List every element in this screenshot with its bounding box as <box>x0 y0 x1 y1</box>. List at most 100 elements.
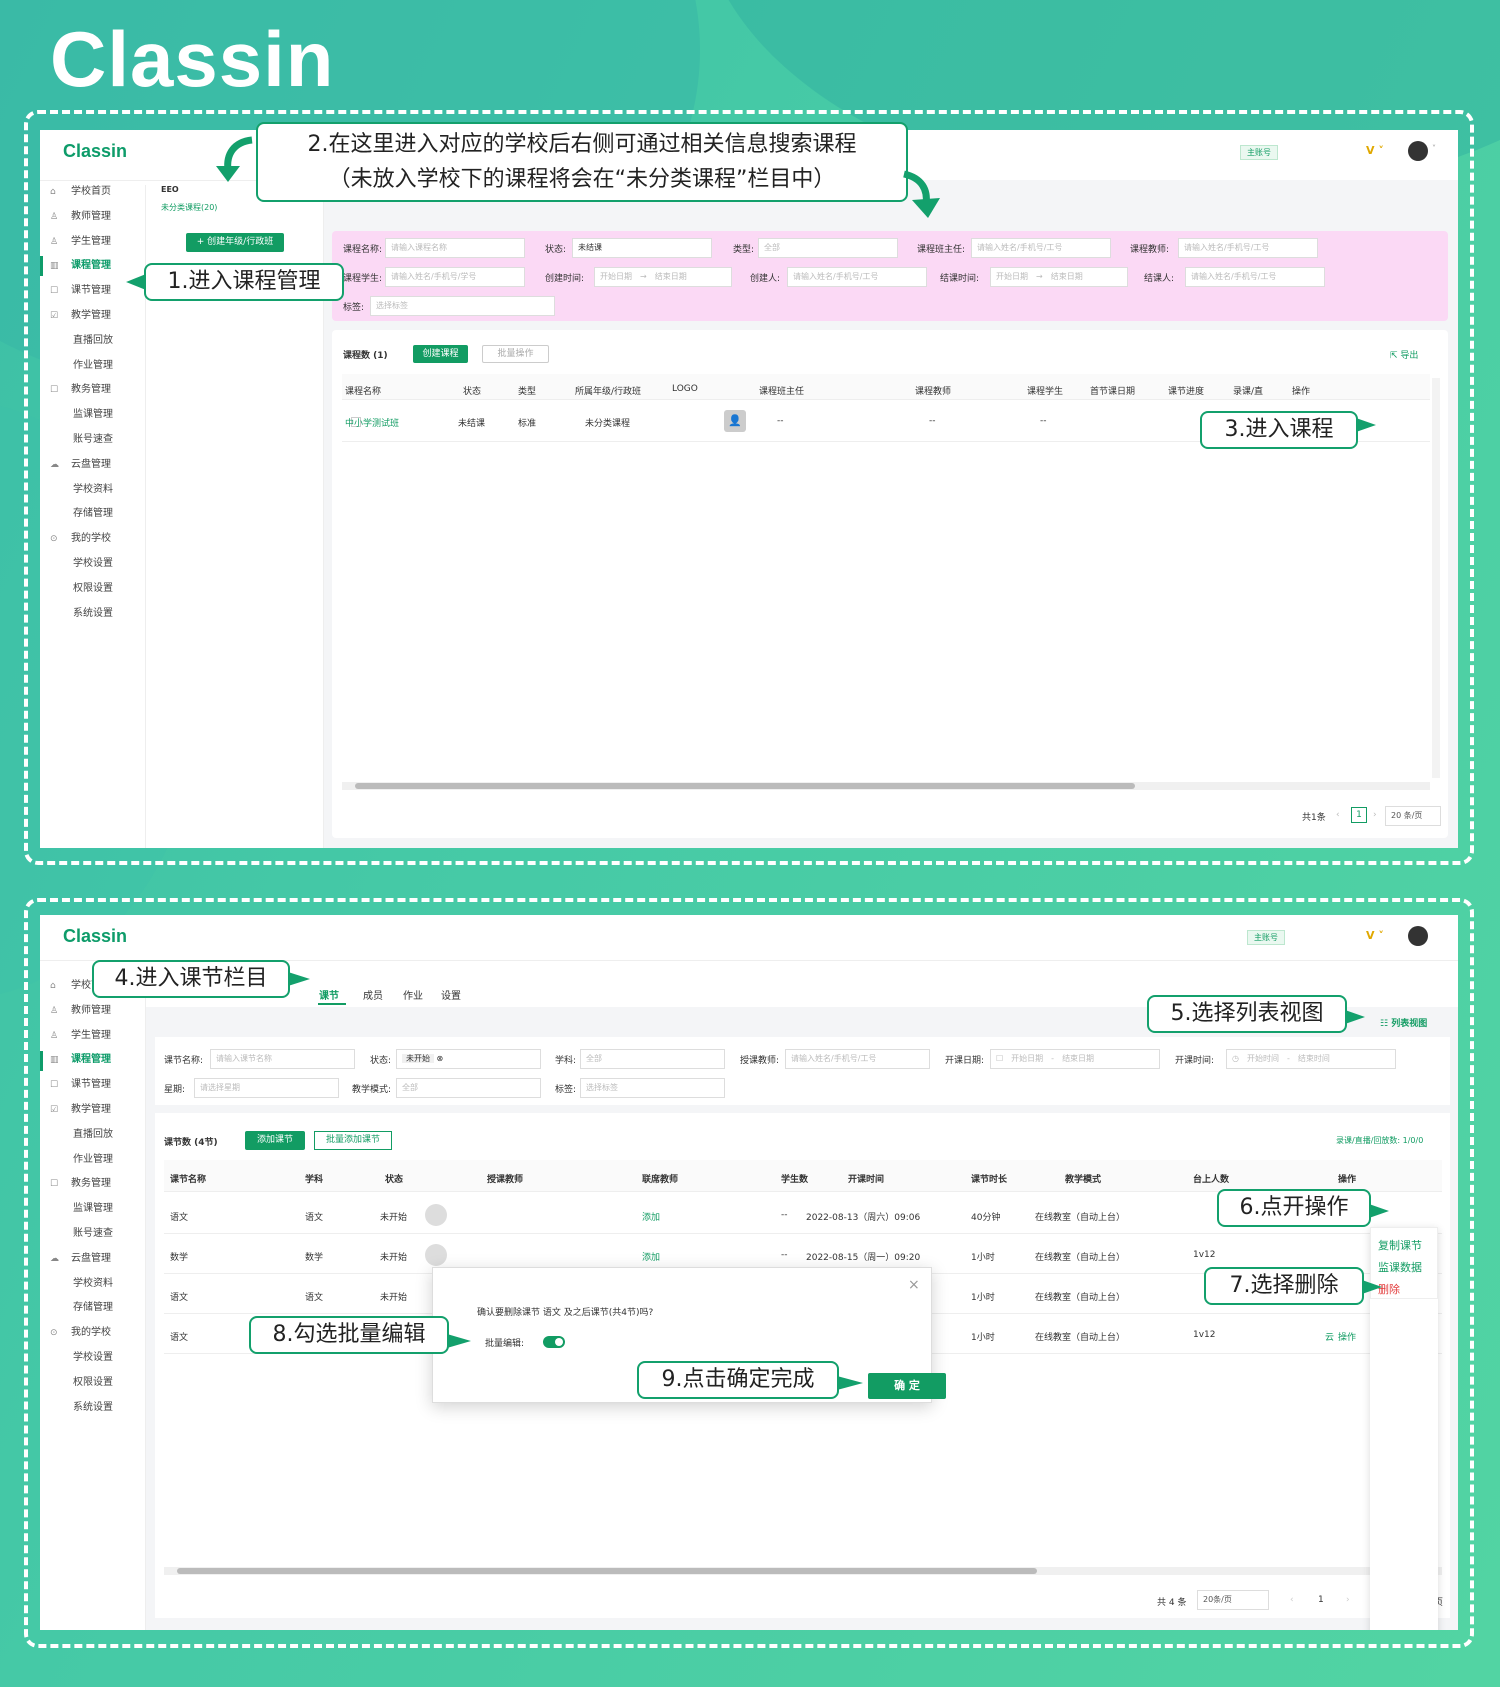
sidebar-item-17[interactable]: 系统设置 <box>73 604 113 624</box>
sidebar-item-0[interactable]: ⌂ 学校首页 <box>50 182 111 202</box>
pager-prev-icon[interactable]: ‹ <box>1336 810 1340 820</box>
tag-select[interactable]: 选择标签 <box>370 296 555 316</box>
sidebar-item-13[interactable]: 存储管理 <box>73 504 113 524</box>
pager-prev-icon[interactable]: ‹ <box>1290 1595 1294 1605</box>
cell-op[interactable]: 操作 <box>1338 1330 1356 1343</box>
sidebar-item-8[interactable]: ☐ 教务管理 <box>50 1174 111 1194</box>
sidebar-item-8[interactable]: ☐ 教务管理 <box>50 380 111 400</box>
sidebar-item-12[interactable]: 学校资料 <box>73 480 113 500</box>
sidebar-item-13[interactable]: 存储管理 <box>73 1298 113 1318</box>
vip-icon[interactable]: V ˅ <box>1366 144 1384 157</box>
sidebar-item-16[interactable]: 权限设置 <box>73 579 113 599</box>
chevron-down-icon[interactable]: ˅ <box>1432 144 1436 153</box>
confirm-button[interactable]: 确 定 <box>868 1373 946 1399</box>
sidebar-item-6[interactable]: 直播回放 <box>73 1125 113 1145</box>
sidebar-item-11[interactable]: ☁ 云盘管理 <box>50 1249 111 1269</box>
tab-2[interactable]: 作业 <box>403 987 423 1002</box>
sidebar-item-15[interactable]: 学校设置 <box>73 554 113 574</box>
sidebar-item-label: 教师管理 <box>71 1004 111 1016</box>
pager-next-icon[interactable]: › <box>1346 1595 1350 1605</box>
mode-select[interactable]: 全部 <box>396 1078 541 1098</box>
tab-0[interactable]: 课节 <box>319 987 339 1002</box>
menu-copy-lesson[interactable]: 复制课节 <box>1378 1237 1422 1253</box>
user-avatar[interactable] <box>1408 926 1428 946</box>
sidebar-item-4[interactable]: ☐ 课节管理 <box>50 281 111 301</box>
creator-input[interactable]: 请输入姓名/手机号/工号 <box>787 267 927 287</box>
ended-range[interactable]: 开始日期 → 结束日期 <box>990 267 1128 287</box>
pager-current[interactable]: 1 <box>1351 807 1367 823</box>
sidebar-item-9[interactable]: 监课管理 <box>73 405 113 425</box>
pager-next-icon[interactable]: › <box>1373 810 1377 820</box>
batch-add-lesson-button[interactable]: 批量添加课节 <box>314 1131 392 1150</box>
created-range[interactable]: 开始日期 → 结束日期 <box>594 267 732 287</box>
teacher-label: 授课教师: <box>740 1056 780 1066</box>
course-name-input[interactable]: 请输入课程名称 <box>385 238 525 258</box>
sidebar-icon: ☐ <box>50 385 59 396</box>
closer-input[interactable]: 请输入姓名/手机号/工号 <box>1185 267 1325 287</box>
head-teacher-input[interactable]: 请输入姓名/手机号/工号 <box>971 238 1111 258</box>
batch-edit-toggle[interactable] <box>543 1336 565 1348</box>
sidebar-item-label: 学校设置 <box>73 1352 113 1363</box>
sidebar-item-2[interactable]: ♙ 学生管理 <box>50 1026 111 1046</box>
sidebar-item-5[interactable]: ☑ 教学管理 <box>50 306 111 326</box>
tab-1[interactable]: 成员 <box>363 987 383 1002</box>
sidebar-item-15[interactable]: 学校设置 <box>73 1348 113 1368</box>
status-select[interactable]: 未结课 <box>572 238 712 258</box>
sidebar-item-5[interactable]: ☑ 教学管理 <box>50 1100 111 1120</box>
sidebar-item-3[interactable]: ▥ 课程管理 <box>50 1050 111 1070</box>
create-course-button[interactable]: 创建课程 <box>413 345 468 363</box>
add-lesson-button[interactable]: 添加课节 <box>245 1131 305 1150</box>
dialog-close-icon[interactable]: × <box>908 1277 920 1293</box>
student-input[interactable]: 请输入姓名/手机号/学号 <box>385 267 525 287</box>
cell-dur: 40分钟 <box>971 1213 1001 1223</box>
sidebar-item-2[interactable]: ♙ 学生管理 <box>50 232 111 252</box>
tag-select[interactable]: 选择标签 <box>580 1078 725 1098</box>
vertical-scrollbar[interactable] <box>1432 378 1440 778</box>
sidebar-item-1[interactable]: ♙ 教师管理 <box>50 1001 111 1021</box>
sidebar-item-10[interactable]: 账号速查 <box>73 430 113 450</box>
export-link[interactable]: ⇱ 导出 <box>1390 348 1418 361</box>
column-header: 录课/直 <box>1233 387 1264 397</box>
sidebar-item-14[interactable]: ⊙ 我的学校 <box>50 529 111 549</box>
page-size-select[interactable]: 20条/页 <box>1197 1590 1269 1610</box>
sidebar-item-11[interactable]: ☁ 云盘管理 <box>50 455 111 475</box>
sidebar-item-14[interactable]: ⊙ 我的学校 <box>50 1323 111 1343</box>
course-teacher-input[interactable]: 请输入姓名/手机号/工号 <box>1178 238 1318 258</box>
status-select[interactable]: 未开始 ⊗ <box>396 1049 541 1069</box>
subject-select[interactable]: 全部 <box>580 1049 725 1069</box>
sidebar-item-3[interactable]: ▥ 课程管理 <box>50 256 111 276</box>
sidebar-item-label: 账号速查 <box>73 434 113 445</box>
sidebar-item-7[interactable]: 作业管理 <box>73 1150 113 1170</box>
list-view-toggle[interactable]: ☷ 列表视图 <box>1380 1016 1427 1029</box>
cell-co[interactable]: 添加 <box>642 1250 660 1263</box>
create-grade-button[interactable]: + 创建年级/行政班 <box>186 233 284 252</box>
course-count: 课程数 (1) <box>343 351 388 361</box>
sidebar-item-10[interactable]: 账号速查 <box>73 1224 113 1244</box>
sidebar-item-6[interactable]: 直播回放 <box>73 331 113 351</box>
sidebar-item-9[interactable]: 监课管理 <box>73 1199 113 1219</box>
teacher-input[interactable]: 请输入姓名/手机号/工号 <box>785 1049 930 1069</box>
sidebar-item-17[interactable]: 系统设置 <box>73 1398 113 1418</box>
user-avatar[interactable] <box>1408 141 1428 161</box>
column-header: 状态 <box>385 1175 404 1185</box>
week-select[interactable]: 请选择星期 <box>194 1078 339 1098</box>
menu-monitor-data[interactable]: 监课数据 <box>1378 1259 1422 1275</box>
sidebar-item-4[interactable]: ☐ 课节管理 <box>50 1075 111 1095</box>
row-name[interactable]: 中小学测试班 <box>345 416 399 429</box>
tab-3[interactable]: 设置 <box>441 987 461 1002</box>
pager-current[interactable]: 1 <box>1318 1595 1324 1605</box>
tree-uncategorized[interactable]: 未分类课程(20) <box>161 202 217 213</box>
page-size-select[interactable]: 20 条/页 <box>1385 806 1441 826</box>
sidebar-item-12[interactable]: 学校资料 <box>73 1274 113 1294</box>
cell-co[interactable]: 添加 <box>642 1210 660 1223</box>
sidebar-item-1[interactable]: ♙ 教师管理 <box>50 207 111 227</box>
sidebar-item-7[interactable]: 作业管理 <box>73 356 113 376</box>
time-range[interactable]: ◷ 开始时间 - 结束时间 <box>1226 1049 1396 1069</box>
vip-icon[interactable]: V ˅ <box>1366 929 1384 942</box>
batch-operation-button[interactable]: 批量操作 <box>482 345 549 363</box>
sidebar-item-16[interactable]: 权限设置 <box>73 1373 113 1393</box>
type-select[interactable]: 全部 <box>758 238 898 258</box>
tree-root[interactable]: EEO <box>161 185 179 194</box>
date-range[interactable]: ☐ 开始日期 - 结束日期 <box>990 1049 1160 1069</box>
lesson-name-input[interactable]: 请输入课节名称 <box>210 1049 355 1069</box>
